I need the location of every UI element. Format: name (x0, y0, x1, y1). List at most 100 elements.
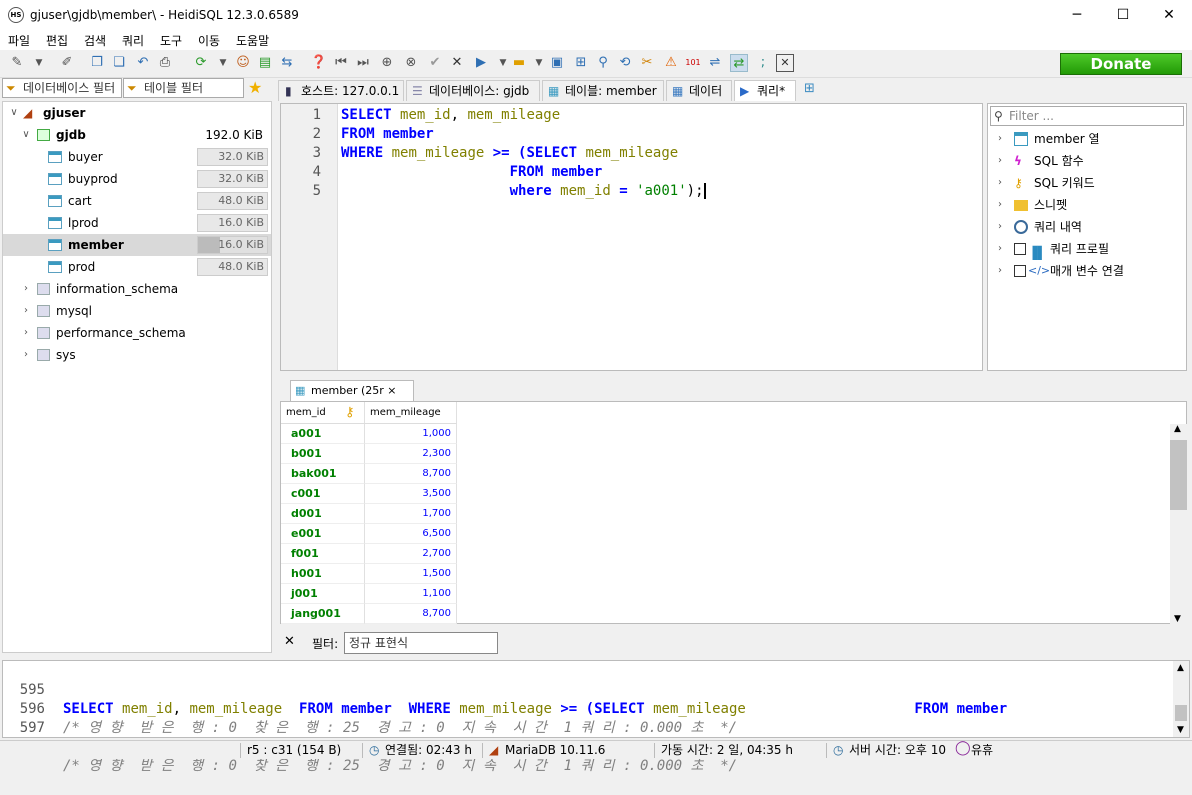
close-button[interactable]: ✕ (1146, 0, 1192, 30)
dropdown-arrow-icon[interactable]: ▼ (530, 54, 548, 72)
last-record-icon[interactable]: ⏭ (354, 54, 372, 72)
cell-mem-id[interactable]: f001 (281, 544, 365, 564)
chevron-right-icon[interactable]: › (21, 344, 31, 366)
stop-icon[interactable]: ✕ (776, 54, 794, 72)
cell-mem-id[interactable]: bak001 (281, 464, 365, 484)
delete-record-icon[interactable]: ⊗ (402, 54, 420, 72)
sql-log-panel[interactable]: 595 SELECT mem_id, mem_mileage FROM memb… (2, 660, 1190, 774)
first-record-icon[interactable]: ⏮ (332, 54, 350, 72)
wrap-icon[interactable]: ⇌ (706, 54, 724, 72)
tree-database-node[interactable]: › performance_schema (3, 322, 271, 344)
filter-regex-input[interactable]: 정규 표현식 (344, 632, 498, 654)
tab-table[interactable]: ▦ 테이블: member (542, 80, 664, 101)
helper-item-functions[interactable]: › ϟ SQL 함수 (988, 150, 1184, 172)
warnings-icon[interactable]: ⚠ (662, 54, 680, 72)
cell-mem-id[interactable]: c001 (281, 484, 365, 504)
chevron-right-icon[interactable]: › (998, 238, 1002, 260)
export-icon[interactable]: ▤ (256, 54, 274, 72)
tree-table-node-selected[interactable]: member 16.0 KiB (3, 234, 271, 256)
helper-item-columns[interactable]: › member 열 (988, 128, 1184, 150)
column-header-mem-id[interactable]: mem_id ⚷ (281, 402, 365, 424)
tree-database-node[interactable]: › sys (3, 344, 271, 366)
cell-mem-mileage[interactable]: 3,500 (365, 484, 457, 504)
menu-edit[interactable]: 편집 (46, 32, 68, 49)
add-record-icon[interactable]: ⊕ (378, 54, 396, 72)
menu-query[interactable]: 쿼리 (122, 32, 144, 49)
chevron-right-icon[interactable]: › (21, 300, 31, 322)
cell-mem-mileage[interactable]: 8,700 (365, 604, 457, 624)
auto-refresh-icon[interactable]: ⇄ (730, 54, 748, 72)
tree-table-node[interactable]: prod 48.0 KiB (3, 256, 271, 278)
tree-user-node[interactable]: ∨ ◢ gjuser (3, 102, 271, 124)
scroll-up-arrow-icon[interactable]: ▲ (1174, 424, 1181, 434)
chevron-right-icon[interactable]: › (998, 260, 1002, 282)
cell-mem-mileage[interactable]: 1,500 (365, 564, 457, 584)
binary-icon[interactable]: 101 (684, 54, 702, 72)
table-row[interactable]: j001 1,100 (281, 584, 457, 604)
cell-mem-id[interactable]: d001 (281, 504, 365, 524)
menu-help[interactable]: 도움말 (236, 32, 269, 49)
tree-table-node[interactable]: buyprod 32.0 KiB (3, 168, 271, 190)
table-row[interactable]: jang001 8,700 (281, 604, 457, 624)
find-next-icon[interactable]: ⟲ (616, 54, 634, 72)
chevron-right-icon[interactable]: › (998, 128, 1002, 150)
favorite-star-icon[interactable]: ★ (248, 78, 262, 97)
tree-database-node[interactable]: › mysql (3, 300, 271, 322)
tree-database-node[interactable]: › information_schema (3, 278, 271, 300)
table-row[interactable]: h001 1,500 (281, 564, 457, 584)
tab-query[interactable]: ▶ 쿼리* (734, 80, 796, 101)
dropdown-arrow-icon[interactable]: ▼ (30, 54, 48, 72)
helper-item-history[interactable]: › 쿼리 내역 (988, 216, 1184, 238)
tree-database-node[interactable]: ∨ gjdb 192.0 KiB (3, 124, 271, 146)
menu-search[interactable]: 검색 (84, 32, 106, 49)
chevron-right-icon[interactable]: › (21, 278, 31, 300)
cell-mem-mileage[interactable]: 1,100 (365, 584, 457, 604)
chevron-right-icon[interactable]: › (21, 322, 31, 344)
sql-editor[interactable]: 1 2 3 4 5 SELECT mem_id, mem_mileage FRO… (280, 103, 983, 371)
chevron-down-icon[interactable]: ∨ (9, 102, 19, 124)
print-icon[interactable]: ⎙ (156, 54, 174, 72)
cell-mem-id[interactable]: h001 (281, 564, 365, 584)
cell-mem-mileage[interactable]: 1,000 (365, 424, 457, 444)
database-filter-input[interactable]: ⏷ 데이터베이스 필터 (2, 78, 122, 98)
run-query-icon[interactable]: ▶ (472, 54, 490, 72)
disconnect-icon[interactable]: ✐ (58, 54, 76, 72)
scroll-down-arrow-icon[interactable]: ▼ (1177, 725, 1184, 735)
helper-filter-input[interactable]: ⚲ Filter ... (990, 106, 1184, 126)
chevron-right-icon[interactable]: › (998, 216, 1002, 238)
result-tab[interactable]: ▦ member (25r × 2c) (290, 380, 414, 417)
tree-table-node[interactable]: lprod 16.0 KiB (3, 212, 271, 234)
sync-icon[interactable]: ⇆ (278, 54, 296, 72)
user-manager-icon[interactable]: ☺ (234, 54, 252, 72)
dropdown-arrow-icon[interactable]: ▼ (214, 54, 232, 72)
cell-mem-id[interactable]: jang001 (281, 604, 365, 624)
chevron-right-icon[interactable]: › (998, 194, 1002, 216)
table-row[interactable]: e001 6,500 (281, 524, 457, 544)
tab-host[interactable]: ▮ 호스트: 127.0.0.1 (278, 80, 404, 101)
tree-table-node[interactable]: buyer 32.0 KiB (3, 146, 271, 168)
refresh-icon[interactable]: ⟳ (192, 54, 210, 72)
cell-mem-mileage[interactable]: 8,700 (365, 464, 457, 484)
cell-mem-id[interactable]: j001 (281, 584, 365, 604)
search-icon[interactable]: ⚲ (594, 54, 612, 72)
new-query-tab-icon[interactable]: ⊞ (804, 81, 815, 96)
chevron-right-icon[interactable]: › (998, 172, 1002, 194)
table-row[interactable]: a001 1,000 (281, 424, 457, 444)
chevron-right-icon[interactable]: › (998, 150, 1002, 172)
open-file-icon[interactable]: ▬ (510, 54, 528, 72)
minimize-button[interactable]: ─ (1054, 0, 1100, 30)
scroll-down-arrow-icon[interactable]: ▼ (1174, 614, 1181, 624)
paste-icon[interactable]: ❏ (110, 54, 128, 72)
copy-icon[interactable]: ❐ (88, 54, 106, 72)
checkbox[interactable] (1014, 243, 1026, 255)
cell-mem-mileage[interactable]: 1,700 (365, 504, 457, 524)
table-row[interactable]: d001 1,700 (281, 504, 457, 524)
table-row[interactable]: c001 3,500 (281, 484, 457, 504)
tab-data[interactable]: ▦ 데이터 (666, 80, 732, 101)
cell-mem-id[interactable]: e001 (281, 524, 365, 544)
checkbox[interactable] (1014, 265, 1026, 277)
scrollbar-thumb[interactable] (1175, 705, 1187, 721)
connect-icon[interactable]: ✎ (8, 54, 26, 72)
column-header-mem-mileage[interactable]: mem_mileage (365, 402, 457, 424)
semicolon-icon[interactable]: ; (754, 54, 772, 72)
